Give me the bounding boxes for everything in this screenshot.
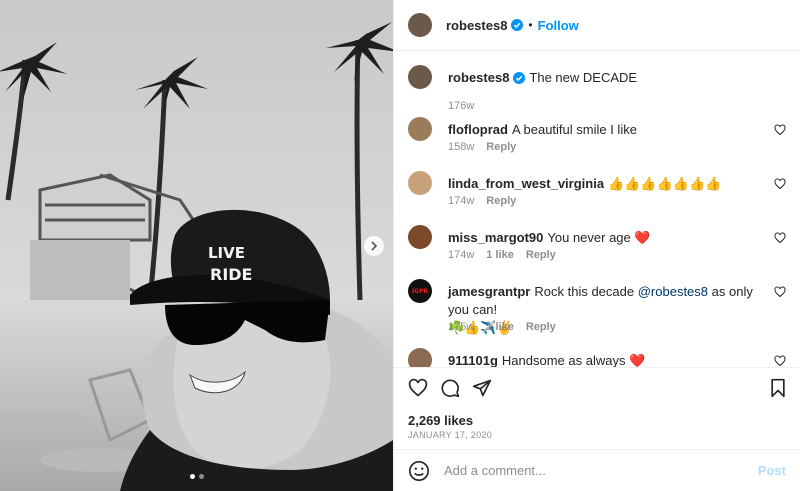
comment-input[interactable] (444, 463, 758, 478)
comment-meta: 175w 1 like Reply (448, 321, 556, 333)
comment-meta: 174w 1 like Reply (448, 249, 556, 261)
author-username[interactable]: robestes8 (446, 18, 507, 33)
caption-meta: 176w (448, 100, 474, 112)
comment-avatar[interactable] (408, 171, 432, 195)
emoji-icon[interactable] (408, 460, 430, 482)
comment-item: 911101g Handsome as always ❤️ (408, 348, 786, 367)
comment-username[interactable]: miss_margot90 (448, 230, 543, 245)
reply-button[interactable]: Reply (526, 321, 556, 333)
comment-body: 911101g Handsome as always ❤️ (448, 352, 760, 367)
post-sidebar: robestes8 • Follow robestes8 The new DECA… (393, 0, 800, 491)
add-comment-bar: Post (394, 449, 800, 491)
post-date[interactable]: January 17, 2020 (408, 430, 492, 440)
comment-likes[interactable]: 1 like (486, 249, 514, 261)
comment-time: 158w (448, 141, 475, 153)
mention-link[interactable]: @robestes8 (638, 284, 708, 299)
reply-button[interactable]: Reply (486, 141, 516, 153)
verified-badge-icon (513, 72, 526, 84)
caption-username[interactable]: robestes8 (448, 70, 509, 85)
heart-icon[interactable] (774, 124, 786, 136)
comment-item: linda_from_west_virginia 👍👍👍👍👍👍👍 174w Rep… (408, 171, 786, 221)
comment-time: 175w (448, 321, 475, 333)
post-comment-button[interactable]: Post (758, 463, 786, 478)
comment-avatar[interactable]: IGPR (408, 279, 432, 303)
heart-icon[interactable] (774, 178, 786, 190)
header-separator: • (528, 18, 533, 32)
comment-body: flofloprad A beautiful smile I like (448, 121, 760, 139)
comment-likes[interactable]: 1 like (486, 321, 514, 333)
comment-username[interactable]: linda_from_west_virginia (448, 176, 604, 191)
comment-time: 174w (448, 195, 475, 207)
caption-body: robestes8 The new DECADE (448, 69, 760, 87)
comment-text: Handsome as always (501, 353, 626, 367)
comment-icon[interactable] (440, 378, 460, 398)
author-avatar[interactable] (408, 13, 432, 37)
carousel-dot-active (190, 474, 195, 479)
comment-meta: 174w Reply (448, 195, 516, 207)
comment-username[interactable]: 911101g (448, 353, 498, 367)
verified-badge-icon (511, 19, 524, 31)
heart-icon[interactable] (774, 355, 786, 367)
reply-button[interactable]: Reply (486, 195, 516, 207)
comment-text: A beautiful smile I like (511, 122, 637, 137)
comment-username[interactable]: jamesgrantpr (448, 284, 530, 299)
carousel-indicator (190, 474, 204, 479)
caption-text: The new DECADE (529, 70, 638, 85)
comment-text: You never age (547, 230, 631, 245)
caption: robestes8 The new DECADE 176w (408, 65, 786, 117)
caption-avatar[interactable] (408, 65, 432, 89)
photo-image: LIVE RIDE (0, 0, 393, 491)
heart-icon[interactable] (408, 378, 428, 398)
chevron-right-icon (371, 241, 378, 251)
avatar-logo-text: IGPR (411, 287, 429, 295)
comment-body: linda_from_west_virginia 👍👍👍👍👍👍👍 (448, 175, 760, 193)
post-photo[interactable]: LIVE RIDE (0, 0, 393, 491)
comment-avatar[interactable] (408, 348, 432, 367)
heart-emoji: ❤️ (629, 353, 646, 367)
post-actions (394, 367, 800, 409)
follow-button[interactable]: Follow (538, 18, 579, 33)
comment-avatar[interactable] (408, 225, 432, 249)
post-header: robestes8 • Follow (394, 0, 800, 51)
comment-text: 👍👍👍👍👍👍👍 (608, 176, 722, 191)
next-photo-button[interactable] (364, 236, 384, 256)
comment-body: miss_margot90 You never age ❤️ (448, 229, 760, 247)
comment-text: Rock this decade (534, 284, 635, 299)
heart-icon[interactable] (774, 286, 786, 298)
likes-count[interactable]: 2,269 likes (408, 413, 473, 428)
reply-button[interactable]: Reply (526, 249, 556, 261)
comments-list[interactable]: robestes8 The new DECADE 176w flofloprad A… (394, 51, 800, 367)
comment-time: 174w (448, 249, 475, 261)
comment-item: miss_margot90 You never age ❤️ 174w 1 lik… (408, 225, 786, 275)
heart-emoji: ❤️ (634, 230, 651, 245)
bookmark-icon[interactable] (769, 378, 787, 398)
heart-icon[interactable] (774, 232, 786, 244)
comment-item: IGPR jamesgrantpr Rock this decade @robes… (408, 279, 786, 347)
caption-time: 176w (448, 100, 475, 112)
carousel-dot (199, 474, 204, 479)
hat-logo-text: LIVE (208, 244, 245, 262)
comment-item: flofloprad A beautiful smile I like 158w … (408, 117, 786, 167)
comment-avatar[interactable] (408, 117, 432, 141)
comment-meta: 158w Reply (448, 141, 516, 153)
share-icon[interactable] (472, 378, 492, 398)
hat-logo-text-2: RIDE (210, 265, 252, 284)
comment-username[interactable]: flofloprad (448, 122, 508, 137)
